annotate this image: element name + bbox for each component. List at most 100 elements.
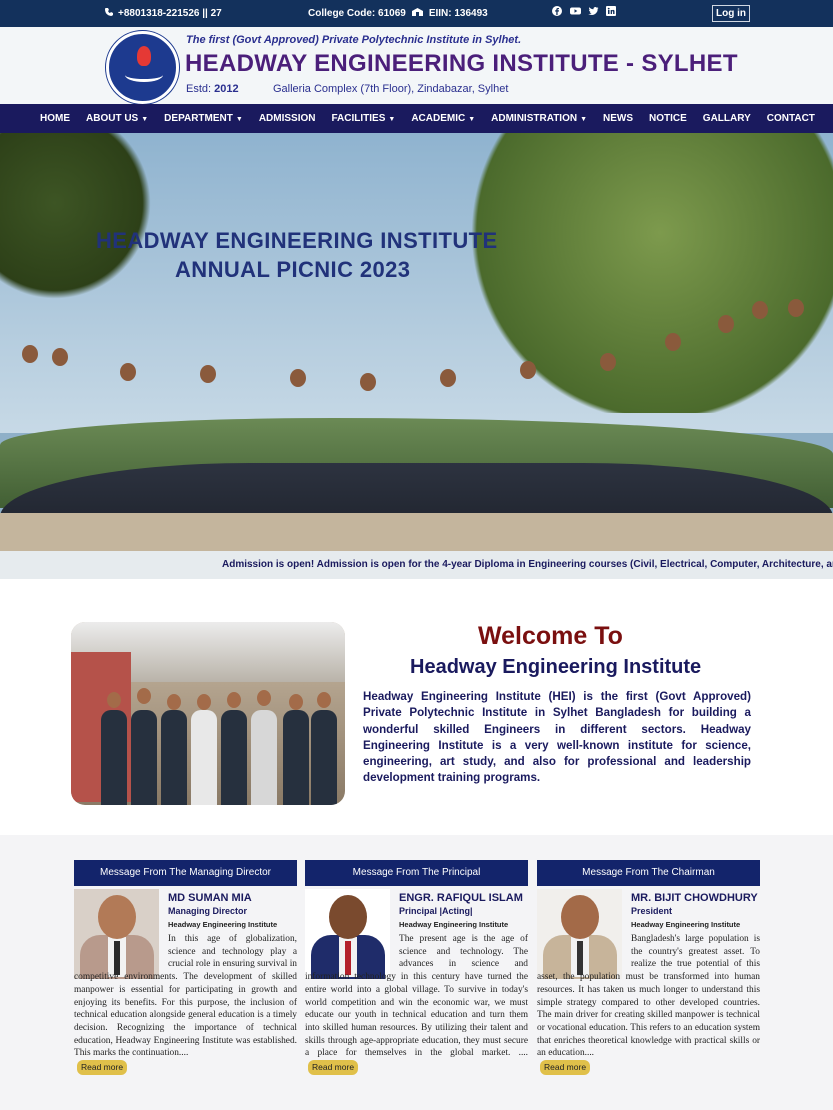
person-figure [131,710,157,805]
person-figure [752,301,768,319]
message-text: In this age of globalization, science an… [74,933,297,1075]
caret-down-icon: ▼ [388,116,396,123]
person-figure [360,373,376,391]
person-name: MR. BIJIT CHOWDHURY [631,892,758,904]
person-figure [665,333,681,351]
site-header: The first (Govt Approved) Private Polyte… [0,27,833,104]
header-address: Galleria Complex (7th Floor), Zindabazar… [273,83,509,95]
message-card-heading: Message From The Chairman [537,860,760,886]
message-card-heading: Message From The Principal [305,860,528,886]
hero-banner: HEADWAY ENGINEERING INSTITUTE ANNUAL PIC… [0,133,833,551]
twitter-icon[interactable] [588,6,599,16]
person-role: Principal |Acting| [399,906,473,916]
nav-item-gallary[interactable]: GALLARY [703,113,751,124]
welcome-text: Headway Engineering Institute (HEI) is t… [363,690,751,785]
institute-name[interactable]: HEADWAY ENGINEERING INSTITUTE - SYLHET [185,50,738,78]
person-role: President [631,906,673,916]
youtube-icon[interactable] [570,6,581,16]
person-figure [600,353,616,371]
nav-item-facilities[interactable]: FACILITIES ▼ [331,113,395,124]
person-figure [311,710,337,805]
institute-logo[interactable] [106,31,179,104]
person-figure [788,299,804,317]
nav-item-academic[interactable]: ACADEMIC ▼ [411,113,475,124]
hero-tree [0,133,170,313]
person-institute: Headway Engineering Institute [168,920,278,929]
phone-icon [104,7,114,20]
read-more-button[interactable]: Read more [540,1060,591,1075]
caret-down-icon: ▼ [468,116,476,123]
nav-item-home[interactable]: HOME [40,113,70,124]
read-more-button[interactable]: Read more [77,1060,128,1075]
phone-number: +8801318-221526 || 27 [118,8,222,19]
person-figure [251,710,277,805]
flame-icon [137,46,151,66]
linkedin-icon[interactable] [606,6,616,16]
person-institute: Headway Engineering Institute [631,920,741,929]
person-role: Managing Director [168,906,248,916]
facebook-icon[interactable] [552,6,562,16]
phone-contact[interactable]: +8801318-221526 || 27 [104,7,222,20]
message-text: The present age is the age of science an… [305,933,528,1075]
person-head [227,692,241,708]
person-head [257,690,271,706]
nav-item-contact[interactable]: CONTACT [767,113,815,124]
person-head [317,692,331,708]
nav-item-admission[interactable]: ADMISSION [259,113,316,124]
established-year: Estd: 2012 [186,83,239,95]
person-head [197,694,211,710]
message-card-heading: Message From The Managing Director [74,860,297,886]
welcome-title: Welcome To [478,622,623,650]
person-figure [52,348,68,366]
college-codes: College Code: 61069 EIIN: 136493 [308,7,488,20]
person-head [107,692,121,708]
person-figure [520,361,536,379]
message-card-principal: Message From The Principal ENGR. RAFIQUL… [305,860,528,1075]
estd-label: Estd: [186,83,212,95]
person-name: ENGR. RAFIQUL ISLAM [399,892,523,904]
header-tagline: The first (Govt Approved) Private Polyte… [186,34,522,46]
person-head [137,688,151,704]
top-bar: +8801318-221526 || 27 College Code: 6106… [0,0,833,27]
message-text: Bangladesh's large population is the cou… [537,933,760,1075]
announcement-marquee[interactable]: Admission is open! Admission is open for… [0,551,833,579]
person-institute: Headway Engineering Institute [399,920,509,929]
nav-item-notice[interactable]: NOTICE [649,113,687,124]
hero-ground [0,513,833,551]
book-icon [125,68,163,82]
message-card-chairman: Message From The Chairman MR. BIJIT CHOW… [537,860,760,1075]
person-figure [440,369,456,387]
person-figure [191,710,217,805]
nav-item-news[interactable]: NEWS [603,113,633,124]
school-icon [411,7,423,20]
estd-year: 2012 [214,83,239,95]
main-navigation: HOME ABOUT US ▼ DEPARTMENT ▼ ADMISSION FAC… [0,104,833,133]
social-links [552,6,616,16]
caret-down-icon: ▼ [141,116,149,123]
person-head [167,694,181,710]
caret-down-icon: ▼ [580,116,588,123]
college-code: College Code: 61069 [308,8,406,19]
eiin-code: EIIN: 136493 [428,8,488,19]
nav-item-about-us[interactable]: ABOUT US ▼ [86,113,148,124]
person-figure [283,710,309,805]
person-head [289,694,303,710]
message-card-managing-director: Message From The Managing Director MD SU… [74,860,297,1075]
person-figure [101,710,127,805]
person-figure [22,345,38,363]
hero-title: HEADWAY ENGINEERING INSTITUTE [96,228,498,253]
caret-down-icon: ▼ [235,116,243,123]
nav-item-department[interactable]: DEPARTMENT ▼ [164,113,243,124]
welcome-subtitle: Headway Engineering Institute [410,656,702,678]
welcome-photo [71,622,345,805]
person-figure [718,315,734,333]
hero-subtitle: ANNUAL PICNIC 2023 [175,257,411,282]
login-button[interactable]: Log in [712,5,750,22]
read-more-button[interactable]: Read more [308,1060,359,1075]
person-figure [221,710,247,805]
nav-item-administration[interactable]: ADMINISTRATION ▼ [491,113,587,124]
person-figure [290,369,306,387]
person-figure [161,710,187,805]
person-figure [200,365,216,383]
person-name: MD SUMAN MIA [168,892,252,904]
